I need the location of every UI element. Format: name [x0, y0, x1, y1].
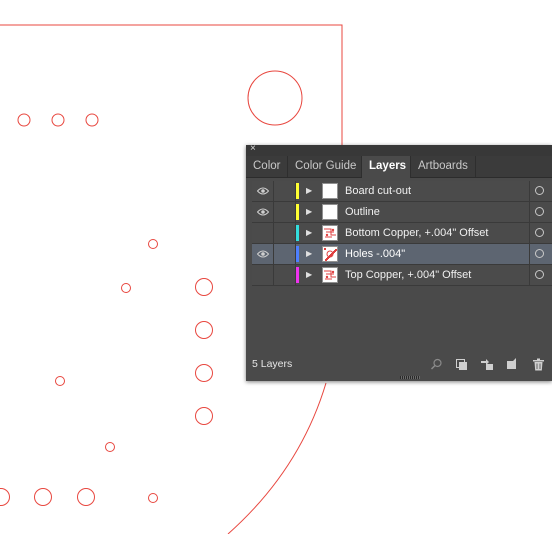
visibility-toggle[interactable] [252, 223, 274, 243]
via [105, 442, 115, 452]
hole [51, 113, 65, 127]
layer-row[interactable]: ▶ Holes -.004" [252, 244, 552, 265]
tab-color-guide[interactable]: Color Guide [288, 156, 362, 177]
hole [85, 113, 99, 127]
layer-count: 5 Layers [252, 358, 293, 370]
via [148, 493, 158, 503]
expand-triangle-icon[interactable]: ▶ [306, 244, 316, 264]
hole [77, 488, 95, 506]
create-sublayer-icon[interactable] [480, 358, 493, 371]
resize-grip[interactable] [400, 376, 420, 379]
layer-thumbnail [322, 246, 338, 262]
lock-toggle[interactable] [274, 265, 296, 285]
close-icon[interactable]: × [250, 143, 256, 155]
visibility-toggle[interactable] [252, 244, 274, 264]
tab-artboards[interactable]: Artboards [411, 156, 476, 177]
expand-triangle-icon[interactable]: ▶ [306, 223, 316, 243]
layers-list: ▶ Board cut-out ▶ Outline ▶ Bottom Copper, +.… [252, 181, 552, 286]
target-circle-icon[interactable] [535, 186, 544, 195]
lock-toggle[interactable] [274, 181, 296, 201]
expand-triangle-icon[interactable]: ▶ [306, 181, 316, 201]
hole [195, 407, 213, 425]
layer-name[interactable]: Bottom Copper, +.004" Offset [345, 223, 488, 243]
locate-object-icon[interactable] [430, 358, 443, 371]
expand-triangle-icon[interactable]: ▶ [306, 265, 316, 285]
layer-name[interactable]: Holes -.004" [345, 244, 405, 264]
eye-icon [256, 250, 269, 258]
layer-name[interactable]: Top Copper, +.004" Offset [345, 265, 471, 285]
layer-color-swatch [296, 204, 299, 220]
target-circle-icon[interactable] [535, 270, 544, 279]
lock-toggle[interactable] [274, 223, 296, 243]
visibility-toggle[interactable] [252, 202, 274, 222]
expand-triangle-icon[interactable]: ▶ [306, 202, 316, 222]
hole [195, 364, 213, 382]
via [121, 283, 131, 293]
layer-row[interactable]: ▶ Board cut-out [252, 181, 552, 202]
hole [34, 488, 52, 506]
layer-name[interactable]: Outline [345, 202, 380, 222]
layer-thumbnail [322, 267, 338, 283]
target-circle-icon[interactable] [535, 228, 544, 237]
panel-tab-bar: Color Color Guide Layers Artboards [246, 156, 552, 178]
hole [17, 113, 31, 127]
layer-row[interactable]: ▶ Bottom Copper, +.004" Offset [252, 223, 552, 244]
divider [529, 265, 530, 285]
layer-thumbnail [322, 183, 338, 199]
new-layer-icon[interactable] [505, 358, 518, 371]
layers-panel: × Color Color Guide Layers Artboards ▶ Bo… [246, 143, 552, 381]
hole [195, 278, 213, 296]
divider [529, 223, 530, 243]
layer-name[interactable]: Board cut-out [345, 181, 411, 201]
tab-color[interactable]: Color [246, 156, 288, 177]
target-circle-icon[interactable] [535, 249, 544, 258]
layer-color-swatch [296, 246, 299, 262]
mounting-hole [247, 70, 303, 126]
lock-toggle[interactable] [274, 244, 296, 264]
divider [529, 202, 530, 222]
target-circle-icon[interactable] [535, 207, 544, 216]
eye-icon [256, 208, 269, 216]
hole [0, 488, 10, 506]
eye-icon [256, 187, 269, 195]
divider [529, 181, 530, 201]
hole [195, 321, 213, 339]
via [55, 376, 65, 386]
visibility-toggle[interactable] [252, 265, 274, 285]
panel-title-bar[interactable]: × [246, 143, 552, 156]
layer-color-swatch [296, 183, 299, 199]
layer-color-swatch [296, 267, 299, 283]
divider [529, 244, 530, 264]
via [148, 239, 158, 249]
visibility-toggle[interactable] [252, 181, 274, 201]
layer-row[interactable]: ▶ Outline [252, 202, 552, 223]
layer-color-swatch [296, 225, 299, 241]
tab-layers[interactable]: Layers [362, 156, 411, 178]
layer-thumbnail [322, 225, 338, 241]
layer-thumbnail [322, 204, 338, 220]
delete-icon[interactable] [532, 358, 545, 371]
panel-footer: 5 Layers [246, 354, 552, 374]
board-outline-arc [227, 382, 327, 534]
lock-toggle[interactable] [274, 202, 296, 222]
layer-row[interactable]: ▶ Top Copper, +.004" Offset [252, 265, 552, 286]
make-clipping-mask-icon[interactable] [455, 358, 468, 371]
